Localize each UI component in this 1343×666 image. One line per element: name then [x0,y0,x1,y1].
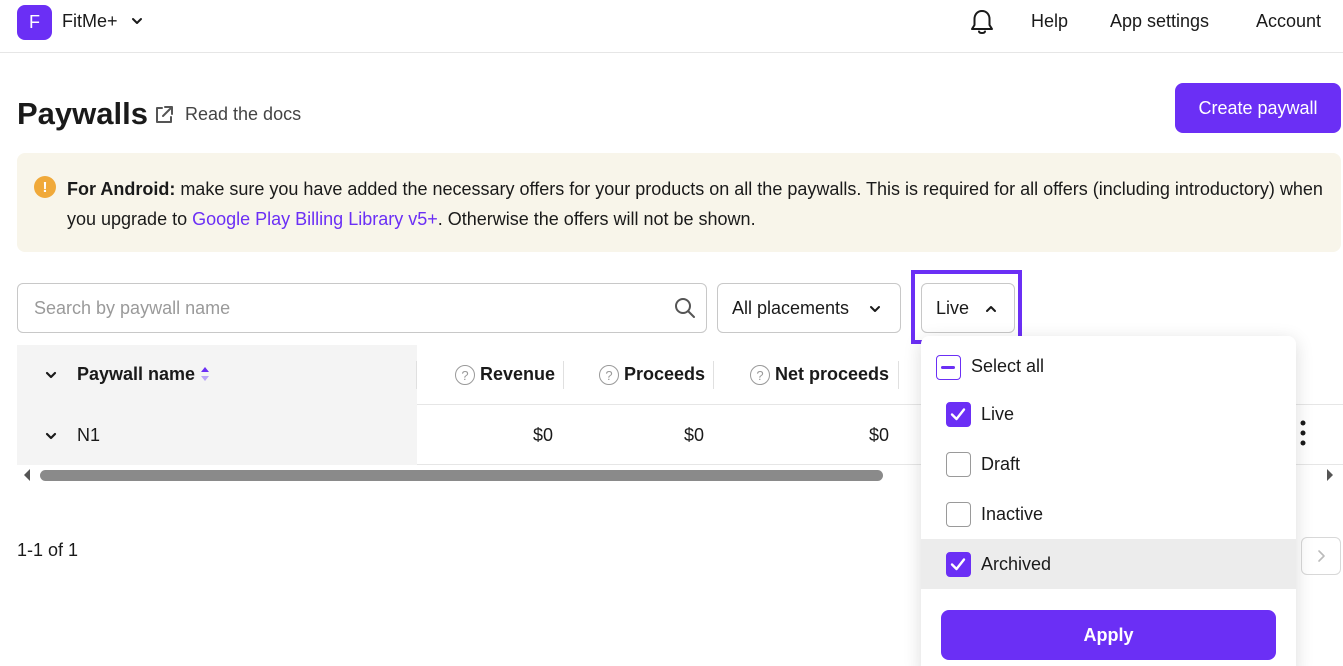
pagination-summary: 1-1 of 1 [17,540,79,560]
notice-tail: . Otherwise the offers will not be shown… [437,209,756,229]
status-option-archived[interactable]: Archived [921,539,1296,589]
chevron-down-icon [870,306,880,312]
column-header-revenue[interactable]: Revenue [480,364,555,385]
proceeds-help-icon[interactable]: ? [599,365,619,385]
column-divider [898,361,899,389]
status-option-label: Archived [981,554,1052,574]
live-checkbox[interactable] [946,402,971,427]
page-title: Paywalls [17,96,148,131]
scroll-left-icon[interactable] [22,468,32,482]
search-icon [675,298,695,318]
status-option-inactive[interactable]: Inactive [921,489,1296,539]
notice-text: For Android: make sure you have added th… [67,174,1337,234]
top-bar: F FitMe+ Help App settings Account [0,0,1343,53]
revenue-cell: $0 [532,425,553,445]
status-option-label: Inactive [981,504,1044,524]
revenue-help-icon[interactable]: ? [455,365,475,385]
status-option-label: Live [981,404,1015,424]
app-switcher-label[interactable]: FitMe+ [62,11,118,32]
expand-row-icon[interactable] [44,429,58,443]
select-all-checkbox[interactable] [936,355,961,380]
external-link-icon[interactable] [153,104,175,126]
account-link[interactable]: Account [1256,11,1321,32]
placements-filter-label: All placements [732,298,850,318]
proceeds-cell: $0 [683,425,704,445]
read-docs-link[interactable]: Read the docs [185,104,301,125]
bell-icon[interactable] [969,8,995,36]
indeterminate-icon [941,366,955,369]
chevron-up-icon [986,306,996,312]
column-divider [563,361,564,389]
billing-library-link[interactable]: Google Play Billing Library v5+ [192,209,438,229]
app-settings-link[interactable]: App settings [1110,11,1209,32]
chevron-down-icon[interactable] [130,14,144,28]
column-header-proceeds[interactable]: Proceeds [624,364,705,385]
more-actions-icon[interactable] [1298,419,1308,447]
chevron-right-icon [1318,550,1325,562]
next-page-button[interactable] [1301,537,1341,575]
collapse-all-icon[interactable] [44,368,58,382]
sort-icon[interactable] [199,364,211,384]
status-option-label: Draft [981,454,1021,474]
select-all-label: Select all [971,356,1045,376]
warning-icon: ! [34,176,56,198]
search-placeholder: Search by paywall name [34,298,231,318]
draft-checkbox[interactable] [946,452,971,477]
column-header-net-proceeds[interactable]: Net proceeds [775,364,889,385]
checkmark-icon [950,408,966,421]
archived-checkbox[interactable] [946,552,971,577]
placements-filter[interactable]: All placements [717,283,901,333]
help-link[interactable]: Help [1031,11,1068,32]
horizontal-scrollbar-thumb[interactable] [40,470,883,481]
scroll-right-icon[interactable] [1325,468,1335,482]
status-filter-label: Live [936,298,970,318]
status-option-live[interactable]: Live [921,389,1296,439]
column-divider [416,361,417,389]
net-proceeds-cell: $0 [868,425,889,445]
android-notice: ! For Android: make sure you have added … [17,153,1341,252]
column-header-name[interactable]: Paywall name [77,364,195,385]
create-paywall-button[interactable]: Create paywall [1175,83,1341,133]
checkmark-icon [950,558,966,571]
select-all-option[interactable]: Select all [921,339,1296,389]
apply-button[interactable]: Apply [941,610,1276,660]
status-option-draft[interactable]: Draft [921,439,1296,489]
app-logo[interactable]: F [17,5,52,40]
inactive-checkbox[interactable] [946,502,971,527]
search-input[interactable]: Search by paywall name [17,283,707,333]
net-proceeds-help-icon[interactable]: ? [750,365,770,385]
notice-bold-label: For Android: [67,179,176,199]
status-filter[interactable]: Live [921,283,1015,333]
paywall-name-cell[interactable]: N1 [77,425,100,446]
status-dropdown: Select all Live Draft Inactive Archived … [921,336,1296,666]
column-divider [713,361,714,389]
